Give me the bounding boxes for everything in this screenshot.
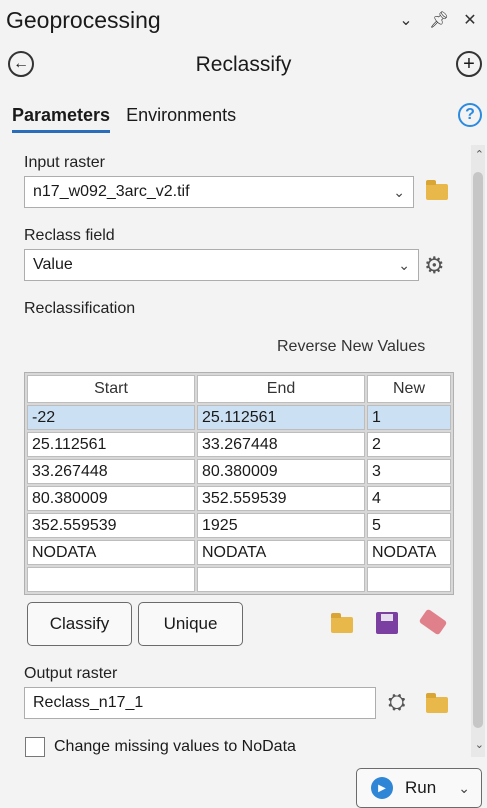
eraser-icon[interactable] <box>418 608 448 636</box>
cell-new[interactable]: 3 <box>367 459 451 484</box>
pin-icon[interactable]: 📌︎ <box>429 10 449 30</box>
cell-start[interactable]: NODATA <box>27 540 195 565</box>
cell-end[interactable] <box>197 567 365 592</box>
database-icon[interactable]: ⛭ <box>388 689 406 715</box>
table-row: 80.380009 352.559539 4 <box>27 486 451 511</box>
table-row: -22 25.112561 1 <box>27 405 451 430</box>
scrollbar-thumb[interactable] <box>473 172 483 728</box>
cell-end[interactable]: 25.112561 <box>197 405 365 430</box>
cell-start[interactable]: -22 <box>27 405 195 430</box>
column-header-end[interactable]: End <box>197 375 365 403</box>
cell-start[interactable]: 33.267448 <box>27 459 195 484</box>
save-icon-label <box>381 614 393 621</box>
output-raster-value: Reclass_n17_1 <box>33 694 144 711</box>
scroll-up-icon[interactable]: ⌃ <box>475 148 484 161</box>
cell-new[interactable]: 4 <box>367 486 451 511</box>
unique-button[interactable]: Unique <box>138 602 243 646</box>
pane-controls: ⌄ 📌︎ ✕ <box>397 10 479 30</box>
reclass-field-value: Value <box>33 256 73 273</box>
reclass-field-label: Reclass field <box>24 227 115 244</box>
chevron-down-icon: ⌄ <box>398 256 410 273</box>
chevron-down-icon[interactable]: ⌄ <box>397 10 415 30</box>
cell-new[interactable]: 1 <box>367 405 451 430</box>
table-row: 33.267448 80.380009 3 <box>27 459 451 484</box>
close-icon[interactable]: ✕ <box>461 10 479 30</box>
input-raster-label: Input raster <box>24 154 105 171</box>
input-raster-dropdown[interactable]: n17_w092_3arc_v2.tif ⌄ <box>24 176 414 208</box>
classify-button[interactable]: Classify <box>27 602 132 646</box>
chevron-down-icon: ⌄ <box>393 183 405 200</box>
table-row: NODATA NODATA NODATA <box>27 540 451 565</box>
input-raster-value: n17_w092_3arc_v2.tif <box>33 183 190 200</box>
help-icon[interactable]: ? <box>458 103 482 127</box>
run-button[interactable]: ▶ Run ⌄ <box>356 768 482 808</box>
reclassification-label: Reclassification <box>24 300 136 317</box>
cell-new[interactable] <box>367 567 451 592</box>
save-icon[interactable] <box>376 612 398 634</box>
run-label: Run <box>405 778 437 797</box>
table-header-row: Start End New <box>27 375 451 403</box>
tab-parameters[interactable]: Parameters <box>12 105 111 133</box>
folder-icon[interactable] <box>426 180 448 200</box>
table-row: 25.112561 33.267448 2 <box>27 432 451 457</box>
cell-end[interactable]: NODATA <box>197 540 365 565</box>
load-folder-icon[interactable] <box>331 613 353 633</box>
tool-title: Reclassify <box>195 53 292 76</box>
output-raster-label: Output raster <box>24 665 118 682</box>
output-raster-field[interactable]: Reclass_n17_1 <box>24 687 376 719</box>
reclass-field-dropdown[interactable]: Value ⌄ <box>24 249 419 281</box>
cell-new[interactable]: NODATA <box>367 540 451 565</box>
cell-new[interactable]: 5 <box>367 513 451 538</box>
cell-start[interactable] <box>27 567 195 592</box>
reclass-table: Start End New -22 25.112561 1 25.112561 … <box>24 372 454 595</box>
table-row: 352.559539 1925 5 <box>27 513 451 538</box>
tab-bar: Parameters Environments <box>12 105 236 133</box>
pane-title: Geoprocessing <box>6 7 161 33</box>
missing-values-label: Change missing values to NoData <box>54 738 296 755</box>
cell-end[interactable]: 1925 <box>197 513 365 538</box>
column-header-start[interactable]: Start <box>27 375 195 403</box>
add-button[interactable]: + <box>456 51 482 77</box>
cell-start[interactable]: 352.559539 <box>27 513 195 538</box>
cell-end[interactable]: 80.380009 <box>197 459 365 484</box>
plus-icon: + <box>463 53 475 75</box>
cell-new[interactable]: 2 <box>367 432 451 457</box>
tab-environments[interactable]: Environments <box>126 105 236 133</box>
cell-start[interactable]: 80.380009 <box>27 486 195 511</box>
table-row-empty <box>27 567 451 592</box>
gear-icon[interactable]: ⚙ <box>424 252 445 279</box>
cell-end[interactable]: 33.267448 <box>197 432 365 457</box>
cell-start[interactable]: 25.112561 <box>27 432 195 457</box>
scroll-down-icon[interactable]: ⌄ <box>475 738 484 751</box>
cell-end[interactable]: 352.559539 <box>197 486 365 511</box>
missing-values-checkbox[interactable] <box>25 737 45 757</box>
column-header-new[interactable]: New <box>367 375 451 403</box>
chevron-down-icon[interactable]: ⌄ <box>458 780 470 797</box>
folder-icon[interactable] <box>426 693 448 713</box>
reverse-new-values-button[interactable]: Reverse New Values <box>277 338 425 356</box>
